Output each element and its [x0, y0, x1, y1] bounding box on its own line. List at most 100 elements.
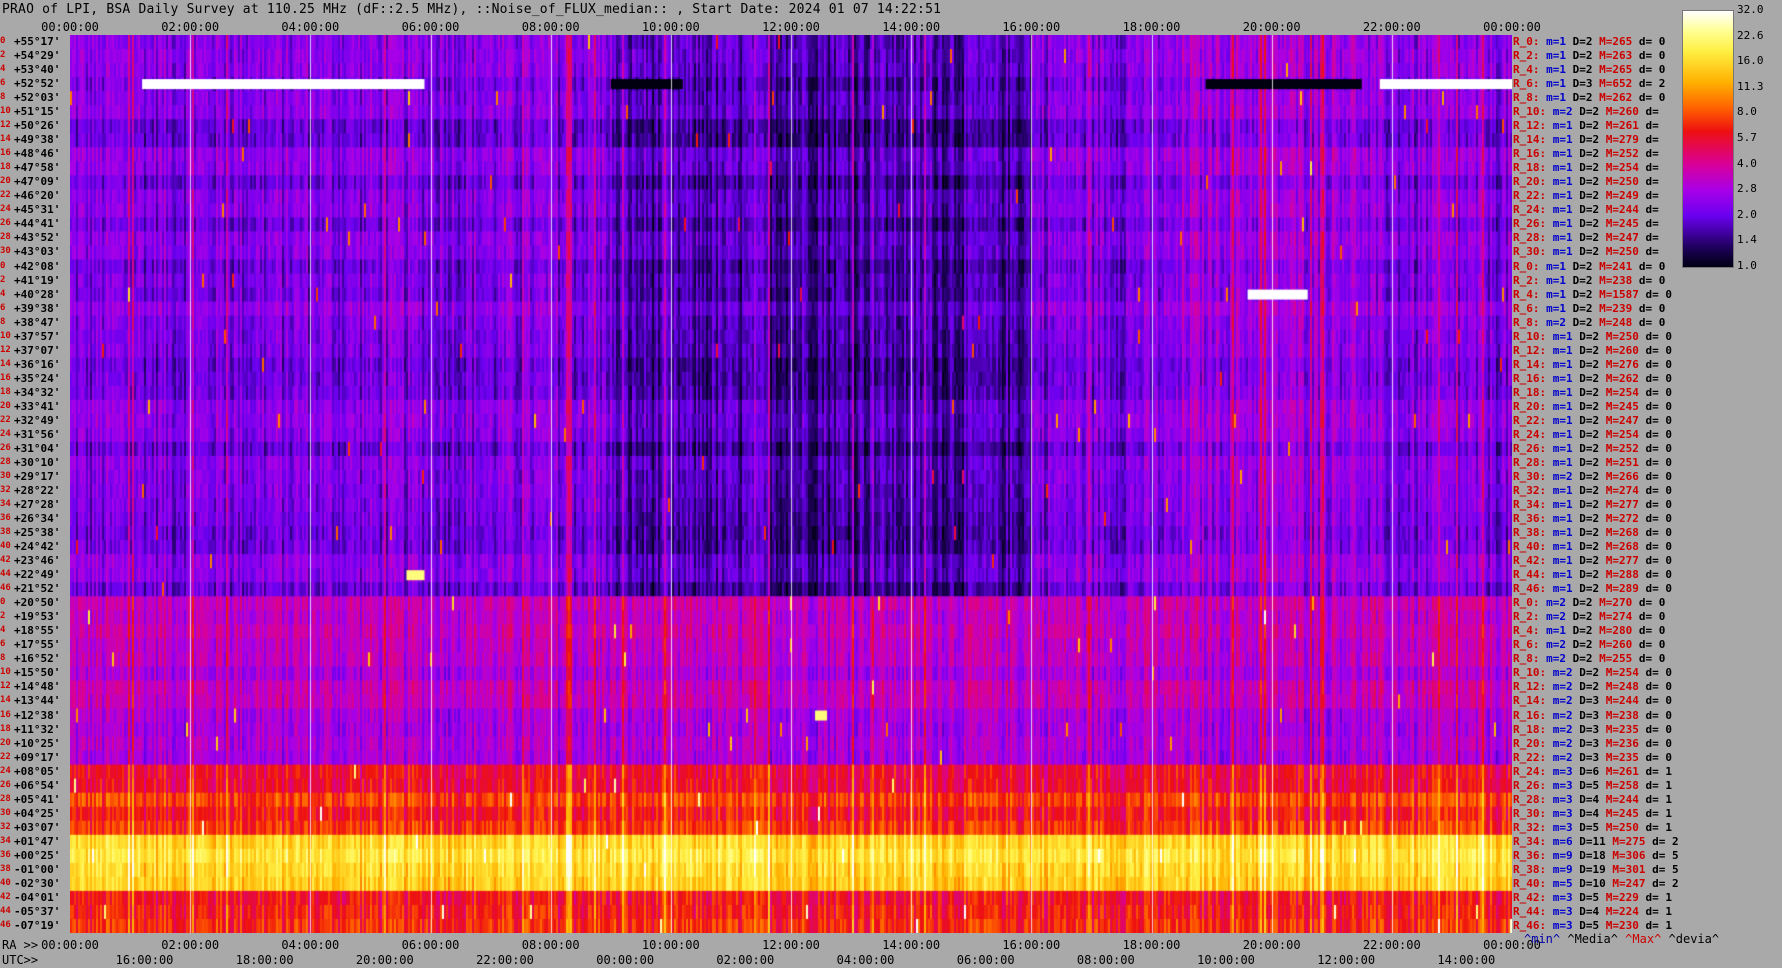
row-number: 12: [0, 120, 11, 131]
colorbar-tick-label: 5.7: [1737, 131, 1757, 144]
utc-tick: 22:00:00: [476, 953, 534, 967]
declination-label: +40°28': [14, 287, 61, 301]
stat-v: d=: [1645, 217, 1659, 231]
row-stat: R_14: m=1 D=2 M=279 d=: [1513, 133, 1659, 146]
stat-h: M=244: [1605, 792, 1646, 806]
declination-label: +24°42': [14, 540, 61, 554]
stat-v: d= 0: [1638, 315, 1666, 329]
stat-d: D=2: [1579, 203, 1606, 217]
declination-label: +37°57': [14, 329, 61, 343]
stat-m: m=2: [1552, 694, 1580, 708]
stat-d: D=2: [1572, 624, 1600, 638]
declination-label: +46°20': [14, 189, 61, 203]
row-stat: R_4: m=1 D=2 M=1587 d= 0: [1513, 288, 1672, 301]
utc-tick: 06:00:00: [956, 953, 1015, 967]
top-tick: 18:00:00: [1122, 20, 1181, 34]
stat-r: R_26:: [1513, 217, 1553, 231]
stat-v: d= 0: [1645, 666, 1673, 680]
stat-d: D=2: [1579, 147, 1606, 161]
stat-h: M=263: [1599, 49, 1639, 63]
row-number: 36: [0, 513, 11, 524]
ra-tick: 04:00:00: [281, 938, 340, 952]
stat-h: M=270: [1599, 596, 1639, 610]
stat-d: D=2: [1579, 455, 1606, 469]
stat-v: d= 2: [1638, 77, 1666, 91]
row-number: 40: [0, 877, 11, 888]
row-number-column: 0 2 4 6 8 10 12 14 16 18 20 22 24 26 28 30 0 2 4 6 8 10 12 14 16…: [0, 35, 12, 933]
declination-label: -02°30': [14, 876, 61, 890]
stat-v: d= 0: [1645, 469, 1673, 483]
row-number: 42: [0, 891, 11, 902]
row-stat: R_20: m=1 D=2 M=250 d=: [1513, 175, 1659, 188]
top-tick: 02:00:00: [161, 20, 220, 34]
declination-label: +11°32': [14, 722, 61, 736]
stat-m: m=1: [1552, 329, 1580, 343]
stat-v: d= 0: [1645, 680, 1673, 694]
stat-m: m=1: [1552, 427, 1580, 441]
row-number: 30: [0, 807, 11, 818]
stat-h: M=1587: [1599, 287, 1646, 301]
stat-d: D=2: [1572, 91, 1600, 105]
row-number: 42: [0, 555, 11, 566]
declination-label: +43°03': [14, 245, 61, 259]
row-stat: R_38: m=9 D=19 M=301 d= 5: [1513, 863, 1679, 876]
stat-h: M=249: [1605, 189, 1646, 203]
stat-m: m=2: [1546, 638, 1573, 652]
stat-v: d= 0: [1638, 652, 1666, 666]
stat-m: m=1: [1552, 147, 1580, 161]
utc-tick: 20:00:00: [355, 953, 414, 967]
stat-d: D=2: [1579, 526, 1606, 540]
stats-legend: ^min^ ^Media^ ^Max^ ^devia^: [1524, 932, 1719, 946]
stat-d: D=2: [1579, 568, 1606, 582]
stat-m: m=1: [1546, 259, 1573, 273]
stat-d: D=2: [1572, 610, 1600, 624]
row-number: 14: [0, 134, 11, 145]
colorbar-tick-label: 1.4: [1737, 233, 1757, 247]
stat-r: R_20:: [1513, 175, 1553, 189]
stat-h: M=252: [1605, 441, 1646, 455]
row-stat: R_16: m=2 D=3 M=238 d= 0: [1513, 709, 1672, 722]
stat-m: m=1: [1552, 217, 1580, 231]
stat-v: d= 0: [1645, 357, 1673, 371]
stat-m: m=1: [1552, 582, 1580, 596]
stat-m: m=1: [1552, 399, 1580, 413]
row-stat: R_24: m=1 D=2 M=244 d=: [1513, 203, 1659, 216]
declination-label: +52°52': [14, 77, 61, 91]
stat-h: M=235: [1605, 750, 1646, 764]
stat-d: D=2: [1572, 596, 1600, 610]
row-number: 22: [0, 190, 11, 201]
stat-m: m=3: [1552, 904, 1580, 918]
declination-label: +35°24': [14, 371, 61, 385]
declination-label: +50°26': [14, 119, 61, 133]
row-stat: R_0: m=2 D=2 M=270 d= 0: [1513, 596, 1665, 609]
stat-h: M=247: [1605, 413, 1646, 427]
stat-h: M=250: [1605, 175, 1646, 189]
colorbar-tick-label: 2.0: [1737, 207, 1757, 221]
row-number: 22: [0, 414, 11, 425]
ra-tick: 18:00:00: [1122, 938, 1181, 952]
stat-v: d= 0: [1645, 287, 1672, 301]
legend-min: ^min^: [1524, 932, 1561, 946]
declination-label: +39°38': [14, 301, 61, 315]
declination-label: +18°55': [14, 624, 61, 638]
stat-d: D=2: [1572, 301, 1600, 315]
stat-m: m=2: [1552, 722, 1580, 736]
stat-v: d= 0: [1645, 694, 1673, 708]
stat-r: R_28:: [1513, 231, 1553, 245]
row-number: 0: [0, 597, 6, 608]
row-stat: R_22: m=1 D=2 M=249 d=: [1513, 189, 1659, 202]
row-number: 4: [0, 64, 6, 75]
declination-label: +00°25': [14, 848, 61, 862]
stat-m: m=3: [1552, 764, 1580, 778]
stat-d: D=2: [1579, 357, 1606, 371]
top-tick: 12:00:00: [762, 20, 820, 34]
row-number: 2: [0, 50, 6, 61]
top-tick: 20:00:00: [1242, 20, 1301, 34]
stat-d: D=2: [1579, 413, 1606, 427]
row-number: 6: [0, 302, 6, 313]
stat-m: m=3: [1552, 918, 1580, 932]
stat-m: m=3: [1552, 890, 1580, 904]
row-number: 0: [0, 36, 6, 46]
stat-h: M=254: [1605, 427, 1646, 441]
declination-label: +31°56': [14, 427, 61, 441]
